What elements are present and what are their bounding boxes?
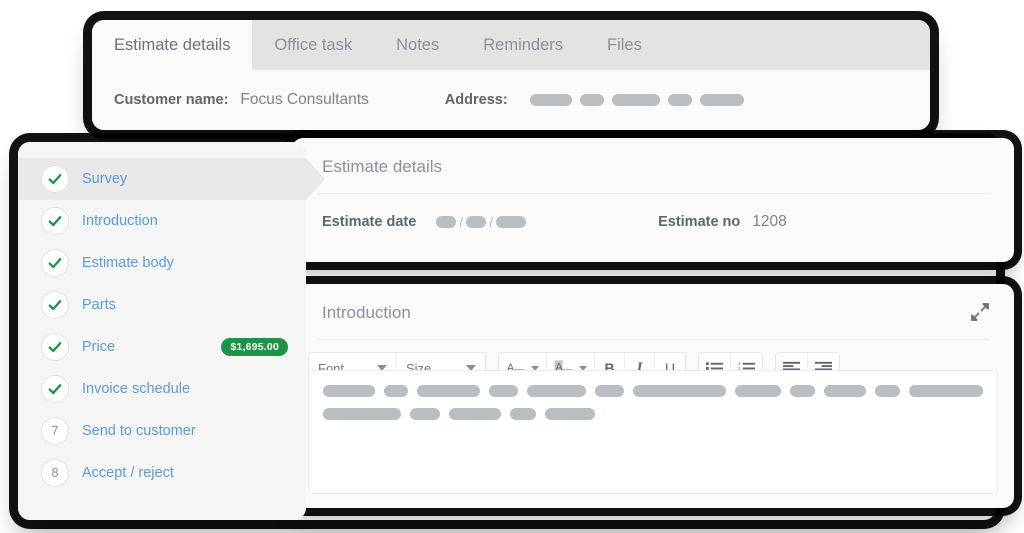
- check-icon: [48, 258, 62, 269]
- date-separator: /: [489, 214, 494, 230]
- sidebar-item-accept-reject[interactable]: 8 Accept / reject: [18, 452, 306, 494]
- redacted-bar: [579, 94, 604, 106]
- redacted-bar: [323, 385, 375, 397]
- check-icon: [48, 384, 62, 395]
- redacted-bar: [489, 385, 518, 397]
- tab-office-task[interactable]: Office task: [252, 20, 375, 70]
- tab-label: Files: [607, 35, 642, 54]
- tab-label: Notes: [396, 35, 440, 54]
- customer-name-value: Focus Consultants: [240, 91, 369, 108]
- tab-files[interactable]: Files: [585, 20, 664, 70]
- sidebar-item-introduction[interactable]: Introduction: [18, 200, 306, 242]
- sidebar-item-label: Send to customer: [82, 423, 196, 439]
- step-complete-check-icon: [42, 166, 68, 192]
- sidebar-item-label: Estimate body: [82, 255, 174, 271]
- redacted-bar: [466, 216, 487, 228]
- estimate-header-card: Estimate details Office task Notes Remin…: [92, 20, 930, 130]
- panel-title: Estimate details: [322, 157, 442, 176]
- redacted-bar: [436, 216, 457, 228]
- redacted-bar: [699, 94, 744, 106]
- tab-notes[interactable]: Notes: [374, 20, 462, 70]
- redacted-bar: [595, 385, 624, 397]
- expand-diagonal-icon[interactable]: [970, 302, 990, 322]
- sidebar-item-label: Parts: [82, 297, 116, 313]
- step-complete-check-icon: [42, 376, 68, 402]
- estimate-no-value: 1208: [752, 213, 787, 230]
- estimate-fields-row: Estimate date / / Estimate no 1208: [292, 194, 1014, 231]
- redacted-bar: [449, 408, 501, 420]
- date-separator: /: [459, 214, 464, 230]
- check-icon: [48, 174, 62, 185]
- workflow-step-sidebar: Survey Introduction Estimate body Parts Pric…: [18, 142, 325, 520]
- step-complete-check-icon: [42, 250, 68, 276]
- tab-label: Reminders: [483, 35, 564, 54]
- redacted-bar: [383, 385, 409, 397]
- address-redacted-value: [529, 94, 744, 106]
- panel-header: Estimate details: [292, 138, 1014, 194]
- active-step-pointer: [306, 158, 325, 200]
- tab-label: Estimate details: [114, 35, 231, 54]
- editor-content-area[interactable]: [308, 370, 998, 494]
- price-badge: $1,695.00: [221, 338, 288, 356]
- estimate-date-value: / /: [436, 214, 527, 230]
- redacted-bar: [667, 94, 692, 106]
- sidebar-item-label: Accept / reject: [82, 465, 174, 481]
- check-icon: [48, 300, 62, 311]
- customer-name-label: Customer name:: [114, 92, 229, 108]
- panel-title: Introduction: [322, 303, 411, 322]
- workflow-content-column: Estimate details Estimate date / / Estima…: [292, 138, 1014, 520]
- redacted-bar: [496, 216, 527, 228]
- step-complete-check-icon: [42, 208, 68, 234]
- tab-reminders[interactable]: Reminders: [461, 20, 586, 70]
- redacted-bar: [632, 385, 727, 397]
- panel-header: Introduction: [292, 284, 1014, 340]
- tab-bar: Estimate details Office task Notes Remin…: [92, 20, 930, 70]
- estimate-no-label: Estimate no: [658, 214, 741, 230]
- estimate-date-label: Estimate date: [322, 214, 417, 230]
- sidebar-item-estimate-body[interactable]: Estimate body: [18, 242, 306, 284]
- redacted-bar: [529, 94, 572, 106]
- redacted-bar: [735, 385, 781, 397]
- step-number-badge: 8: [42, 460, 68, 486]
- sidebar-item-parts[interactable]: Parts: [18, 284, 306, 326]
- sidebar-item-price[interactable]: Price $1,695.00: [18, 326, 306, 368]
- sidebar-item-survey[interactable]: Survey: [18, 158, 325, 200]
- redacted-bar: [823, 385, 866, 397]
- sidebar-item-label: Invoice schedule: [82, 381, 191, 397]
- divider: [316, 339, 990, 340]
- introduction-editor-panel: Introduction Font Size A A B I U 1 2: [292, 284, 1014, 508]
- redacted-bar: [410, 408, 440, 420]
- check-icon: [48, 216, 62, 227]
- redacted-bar: [545, 408, 595, 420]
- redacted-bar: [874, 385, 900, 397]
- sidebar-item-label: Survey: [82, 171, 128, 187]
- redacted-bar: [510, 408, 536, 420]
- redacted-bar: [417, 385, 481, 397]
- tab-bar-filler: [663, 20, 930, 70]
- redacted-bar: [790, 385, 815, 397]
- screen: Estimate details Office task Notes Remin…: [0, 0, 1024, 533]
- customer-info-row: Customer name: Focus Consultants Address…: [92, 70, 930, 130]
- redacted-bar: [323, 408, 401, 420]
- divider: [316, 193, 990, 194]
- tab-estimate-details[interactable]: Estimate details: [92, 20, 253, 70]
- tab-label: Office task: [274, 35, 353, 54]
- step-complete-check-icon: [42, 292, 68, 318]
- address-label: Address:: [444, 92, 508, 108]
- step-complete-check-icon: [42, 334, 68, 360]
- estimate-workflow-card: Survey Introduction Estimate body Parts Pric…: [18, 138, 1014, 520]
- sidebar-item-label: Price: [82, 339, 116, 355]
- check-icon: [48, 342, 62, 353]
- redacted-text-line: [323, 408, 983, 420]
- sidebar-item-label: Introduction: [82, 213, 158, 229]
- sidebar-item-invoice-schedule[interactable]: Invoice schedule: [18, 368, 306, 410]
- redacted-bar: [611, 94, 660, 106]
- redacted-bar: [908, 385, 984, 397]
- sidebar-item-send-to-customer[interactable]: 7 Send to customer: [18, 410, 306, 452]
- estimate-details-panel: Estimate details Estimate date / / Estima…: [292, 138, 1014, 262]
- step-number-badge: 7: [42, 418, 68, 444]
- redacted-bar: [526, 385, 587, 397]
- redacted-text-line: [323, 385, 984, 397]
